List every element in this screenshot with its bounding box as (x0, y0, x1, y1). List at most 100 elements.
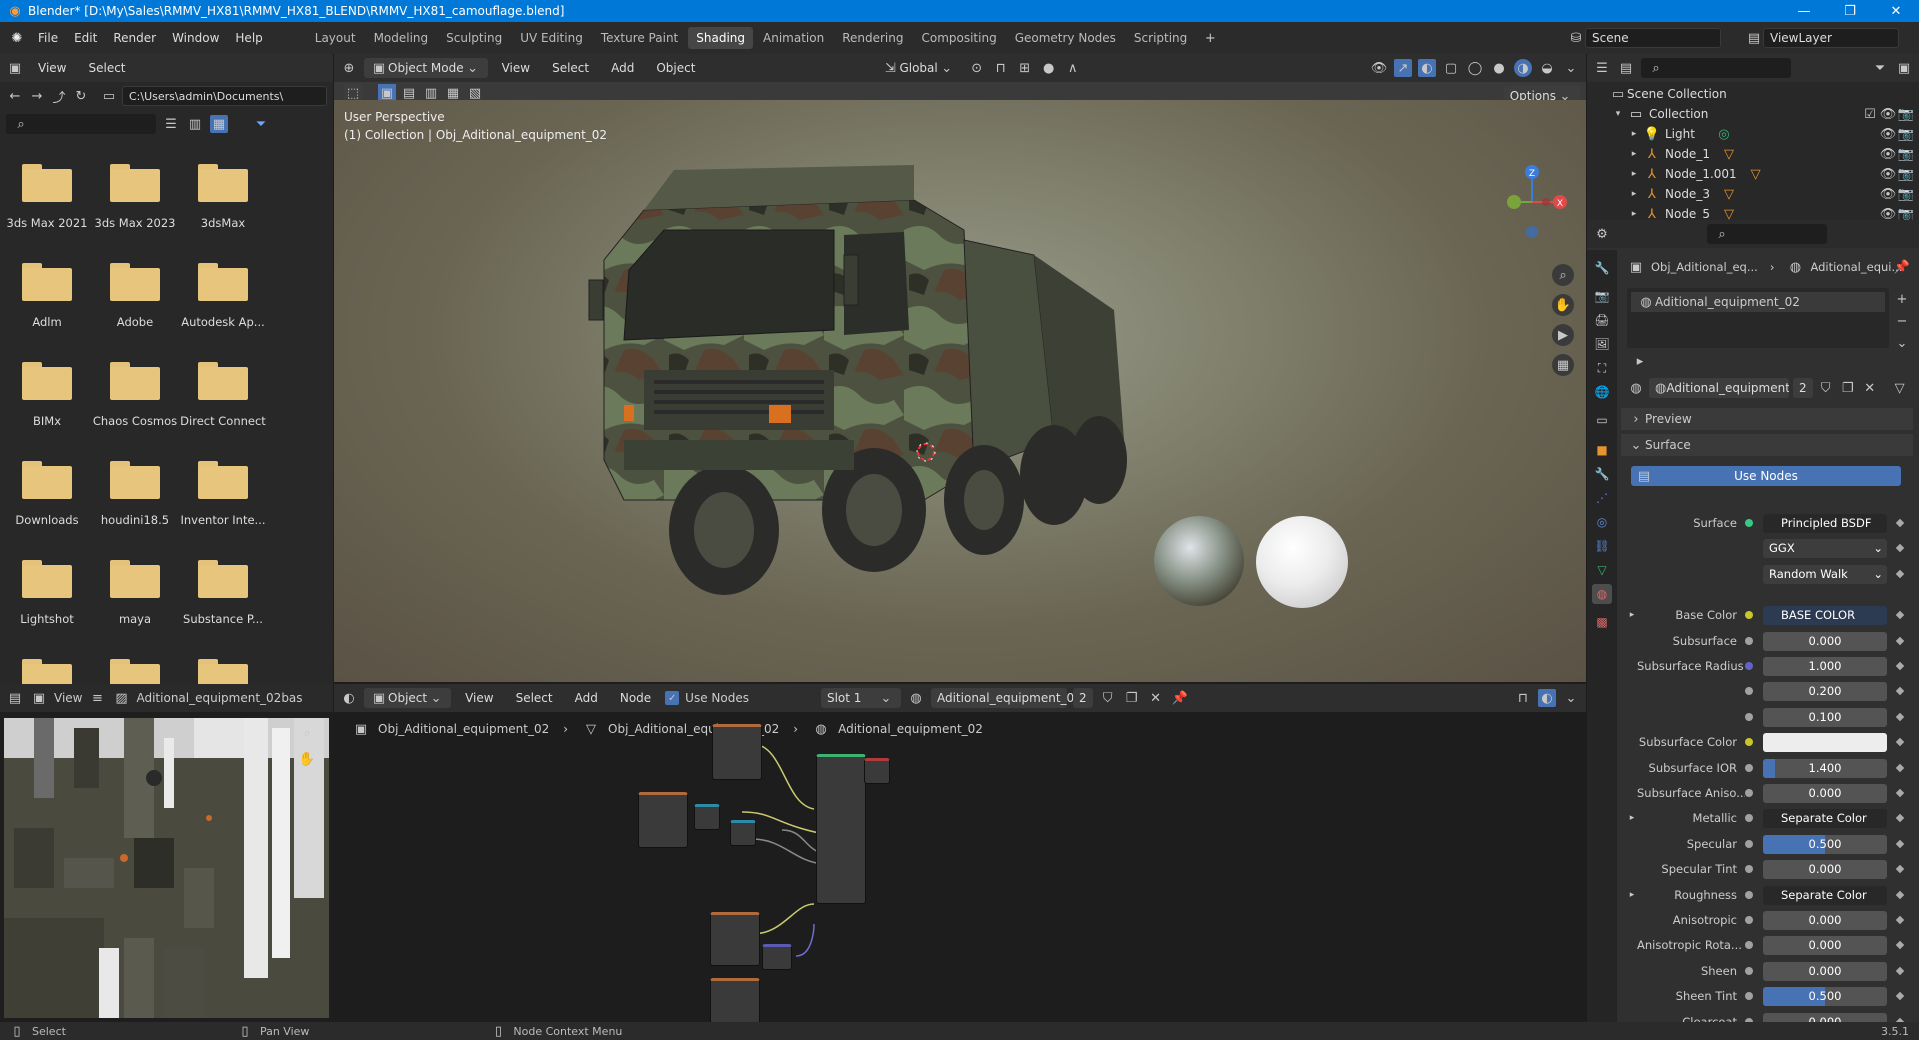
socket-dot[interactable] (1745, 814, 1753, 822)
menu-help[interactable]: Help (227, 31, 270, 45)
detail-view-icon[interactable]: ▥ (186, 115, 204, 133)
camera-render-icon[interactable]: 📷 (1897, 165, 1915, 183)
material-users-count[interactable]: 2 (1793, 378, 1813, 398)
property-dropdown[interactable]: Random Walk ⌄ (1763, 564, 1887, 584)
camera-render-icon[interactable]: 📷 (1897, 105, 1915, 123)
rendered-shading-icon[interactable]: ◒ (1538, 59, 1556, 77)
duplicate-icon[interactable]: ❐ (1839, 379, 1857, 397)
tab-physics[interactable]: ◎ (1592, 512, 1612, 532)
socket-dot[interactable] (1745, 611, 1753, 619)
keyframe-icon[interactable] (1895, 686, 1905, 696)
keyframe-icon[interactable] (1895, 940, 1905, 950)
socket-dot[interactable] (1745, 865, 1753, 873)
disclosure-triangle-icon[interactable]: ▸ (1625, 165, 1643, 183)
tab-sculpting[interactable]: Sculpting (438, 27, 510, 49)
filter-icon[interactable]: ⏷ (1871, 59, 1889, 77)
folder-item[interactable]: Inventor Inte... (178, 461, 268, 527)
thumbnail-view-icon[interactable]: ▦ (210, 115, 228, 133)
menu-window[interactable]: Window (164, 31, 227, 45)
eye-icon[interactable]: 👁 (1879, 125, 1897, 143)
socket-dot[interactable] (1745, 687, 1753, 695)
keyframe-icon[interactable] (1895, 518, 1905, 528)
view-mode-icon[interactable]: ▣ (30, 689, 48, 707)
visibility-icon[interactable]: 👁 (1370, 59, 1388, 77)
link-type-icon[interactable]: ▽ (1891, 379, 1909, 397)
viewport-canvas[interactable]: User Perspective (1) Collection | Obj_Ad… (334, 100, 1586, 682)
solid-shading-icon[interactable]: ● (1490, 59, 1508, 77)
tab-geometry-nodes[interactable]: Geometry Nodes (1007, 27, 1124, 49)
back-icon[interactable]: ← (6, 87, 24, 105)
display-mode-icon[interactable]: ▤ (1617, 59, 1635, 77)
viewlayer-icon[interactable]: ▤ (1745, 29, 1763, 47)
socket-dot[interactable] (1745, 891, 1753, 899)
properties-search-input[interactable]: ⌕ (1707, 224, 1827, 244)
pivot-icon[interactable]: ⊙ (968, 59, 986, 77)
editor-type-icon[interactable]: ▣ (6, 59, 24, 77)
editor-type-icon[interactable]: ⚙ (1593, 225, 1611, 243)
folder-item[interactable]: houdini18.5 (90, 461, 180, 527)
tab-data[interactable]: ▽ (1592, 560, 1612, 580)
color-swatch[interactable] (1763, 732, 1887, 752)
node-image-texture-mid[interactable] (638, 792, 688, 848)
property-dropdown[interactable]: GGX ⌄ (1763, 538, 1887, 558)
node-separate-color[interactable] (694, 804, 720, 830)
minimize-icon[interactable]: — (1781, 4, 1827, 19)
vp-menu-select[interactable]: Select (544, 61, 597, 75)
socket-dot[interactable] (1745, 789, 1753, 797)
folder-item[interactable]: Autodesk Ap... (178, 263, 268, 329)
outliner-item[interactable]: ▾ ▭ Collection ☑ 👁 📷 (1587, 104, 1919, 124)
tab-render[interactable]: 📷 (1592, 286, 1612, 306)
preview-section[interactable]: › Preview (1621, 408, 1913, 430)
scene-icon[interactable]: ⛁ (1567, 29, 1585, 47)
proportional-icon[interactable]: ● (1040, 59, 1058, 77)
number-field[interactable]: 0.500 (1763, 986, 1887, 1006)
tab-rendering[interactable]: Rendering (834, 27, 911, 49)
chevron-down-icon[interactable]: ⌄ (1562, 59, 1580, 77)
ie-view-menu[interactable]: View (54, 691, 82, 705)
tab-scripting[interactable]: Scripting (1126, 27, 1195, 49)
refresh-icon[interactable]: ↻ (72, 87, 90, 105)
pan-hand-icon[interactable]: ✋ (298, 750, 316, 768)
expand-list-icon[interactable]: ▸ (1631, 352, 1649, 370)
truck-model[interactable] (584, 140, 1144, 610)
keyframe-icon[interactable] (1895, 712, 1905, 722)
keyframe-icon[interactable] (1895, 661, 1905, 671)
camera-icon[interactable]: ▶ (1552, 324, 1574, 346)
number-field[interactable]: 1.000 (1763, 656, 1887, 676)
folder-item[interactable]: Lightshot (2, 560, 92, 626)
number-field[interactable]: 1.400 (1763, 758, 1887, 778)
vp-menu-object[interactable]: Object (648, 61, 703, 75)
surface-section[interactable]: ⌄ Surface (1621, 434, 1913, 456)
number-field[interactable]: 0.000 (1763, 935, 1887, 955)
unlink-icon[interactable]: ✕ (1861, 379, 1879, 397)
mode-selector[interactable]: ▣ Object Mode ⌄ (364, 58, 488, 78)
folder-item[interactable]: Direct Connect (178, 362, 268, 428)
navigation-gizmo[interactable]: Z X (1500, 158, 1576, 248)
material-slot-item[interactable]: ◍ Aditional_equipment_02 (1631, 292, 1885, 312)
close-icon[interactable]: ✕ (1873, 4, 1919, 19)
tab-modeling[interactable]: Modeling (366, 27, 437, 49)
node-principled-bsdf[interactable] (816, 754, 866, 904)
folder-item[interactable]: maya (90, 560, 180, 626)
menu-icon[interactable]: ≡ (88, 689, 106, 707)
keyframe-icon[interactable] (1895, 788, 1905, 798)
material-browse-icon[interactable]: ◍ (1627, 379, 1645, 397)
tab-tool[interactable]: 🔧 (1592, 258, 1612, 278)
linked-node-field[interactable]: Separate Color (1763, 808, 1887, 828)
overlay-icon[interactable]: ◐ (1418, 59, 1436, 77)
remove-slot-icon[interactable]: − (1893, 312, 1911, 330)
editor-type-icon[interactable]: ⊕ (340, 59, 358, 77)
camera-render-icon[interactable]: 📷 (1897, 125, 1915, 143)
tab-scene[interactable]: ⛶ (1592, 358, 1612, 378)
expand-arrow-icon[interactable]: ▸ (1627, 886, 1637, 904)
disclosure-triangle-icon[interactable]: ▸ (1625, 145, 1643, 163)
socket-dot[interactable] (1745, 662, 1753, 670)
zoom-icon[interactable]: ⌕ (1552, 264, 1574, 286)
eye-icon[interactable]: 👁 (1879, 145, 1897, 163)
keyframe-icon[interactable] (1895, 890, 1905, 900)
number-field[interactable]: 0.200 (1763, 681, 1887, 701)
socket-dot[interactable] (1745, 967, 1753, 975)
new-collection-icon[interactable]: ▣ (1895, 59, 1913, 77)
keyframe-icon[interactable] (1895, 610, 1905, 620)
tab-compositing[interactable]: Compositing (913, 27, 1004, 49)
